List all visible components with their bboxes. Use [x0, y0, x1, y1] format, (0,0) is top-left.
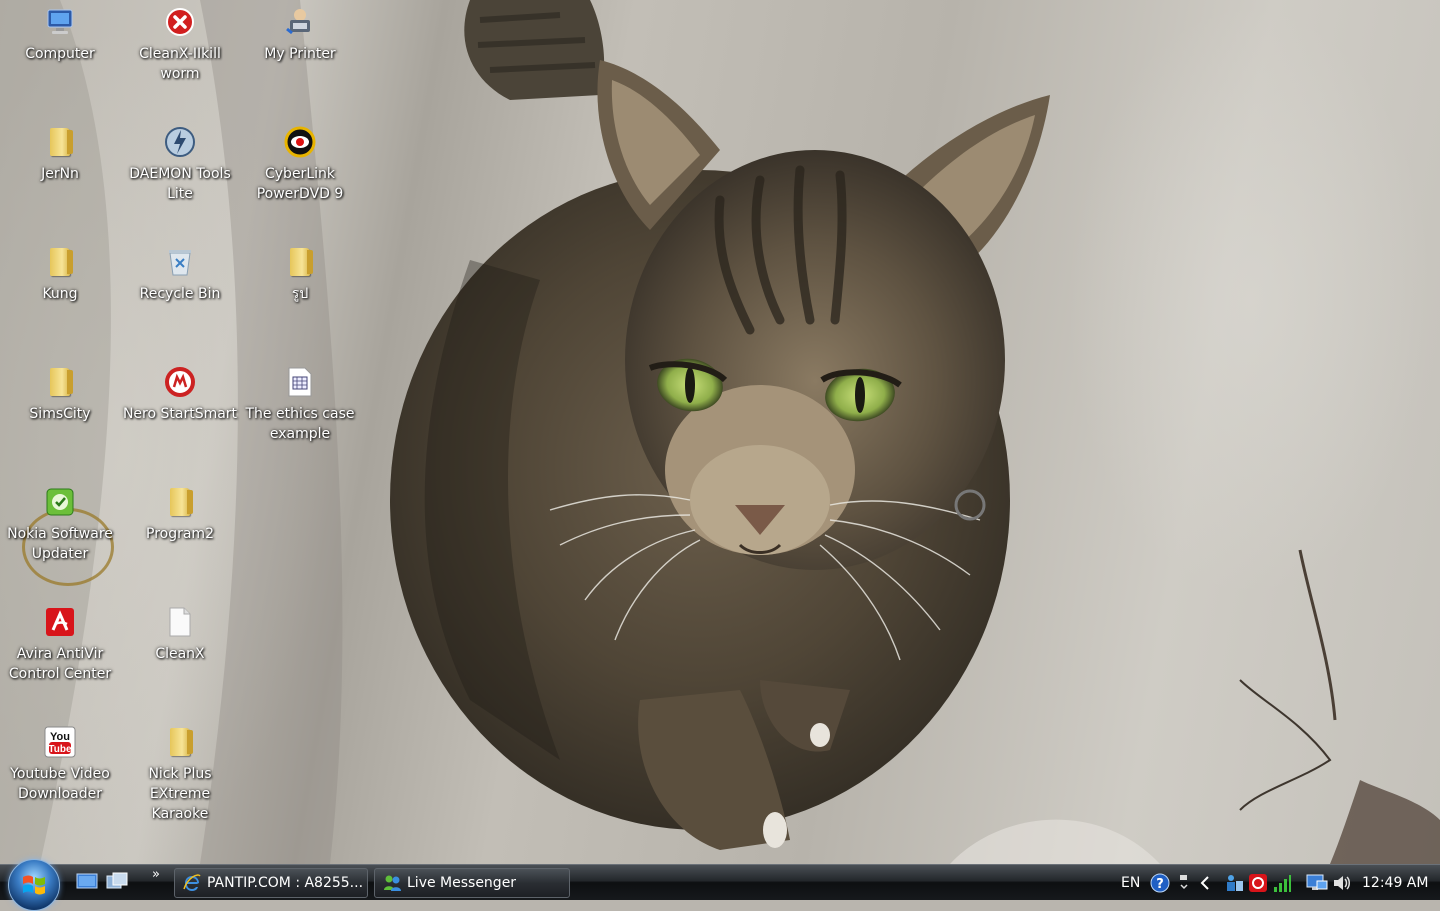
svg-text:Tube: Tube: [48, 744, 72, 755]
taskbar: » PANTIP.COM : A8255... Live Messenger E…: [0, 859, 1440, 911]
icon-label: DAEMON Tools Lite: [129, 166, 231, 202]
youtube-icon: You Tube: [44, 726, 76, 758]
desktop-icon-simscity[interactable]: SimsCity: [0, 364, 120, 424]
svg-text:You: You: [50, 731, 70, 743]
folder-icon: [284, 246, 316, 278]
show-desktop-icon[interactable]: [76, 872, 98, 892]
blank-file-icon: [164, 606, 196, 638]
desktop-icon-avira-antivir[interactable]: Avira AntiVir Control Center: [0, 604, 120, 684]
icon-label: The ethics case example: [245, 406, 355, 442]
taskbar-button-live-messenger[interactable]: Live Messenger: [374, 868, 570, 898]
clock[interactable]: 12:49 AM: [1362, 865, 1428, 901]
quick-launch-overflow[interactable]: »: [152, 865, 160, 901]
folder-icon: [164, 726, 196, 758]
task-label: Live Messenger: [407, 875, 517, 891]
network-connection-icon[interactable]: [1306, 873, 1328, 893]
desktop-icon-computer[interactable]: Computer: [0, 4, 120, 64]
desktop-icon-thai-folder[interactable]: รูป: [240, 244, 360, 304]
switch-windows-icon[interactable]: [106, 872, 128, 892]
printer-icon: [284, 6, 316, 38]
icon-label: Program2: [146, 526, 214, 542]
icon-label: Recycle Bin: [139, 286, 221, 302]
icon-label: Nero StartSmart: [122, 406, 238, 422]
desktop-icon-recycle-bin[interactable]: Recycle Bin: [120, 244, 240, 304]
computer-icon: [44, 6, 76, 38]
desktop-icon-daemon-tools-lite[interactable]: DAEMON Tools Lite: [120, 124, 240, 204]
desktop-icon-kung[interactable]: Kung: [0, 244, 120, 304]
svg-text:?: ?: [1156, 877, 1164, 892]
signal-strength-icon[interactable]: [1272, 873, 1292, 893]
desktop-icon-cyberlink-powerdvd[interactable]: CyberLink PowerDVD 9: [240, 124, 360, 204]
ie-icon: [183, 874, 201, 892]
avira-tray-icon[interactable]: [1248, 873, 1268, 893]
recycle-bin-icon: [164, 246, 196, 278]
icon-label: JerNn: [41, 166, 79, 182]
document-icon: [284, 366, 316, 398]
volume-icon[interactable]: [1332, 873, 1352, 893]
desktop-icon-jernn[interactable]: JerNn: [0, 124, 120, 184]
windows-logo-icon: [23, 875, 45, 895]
desktop-icon-program2[interactable]: Program2: [120, 484, 240, 544]
icon-label: Youtube Video Downloader: [10, 766, 110, 802]
desktop-icon-nokia-software-updater[interactable]: Nokia Software Updater: [0, 484, 120, 564]
language-indicator[interactable]: EN: [1121, 865, 1140, 901]
icon-label: Computer: [25, 46, 95, 62]
nokia-updater-icon: [44, 486, 76, 518]
desktop-icon-cleanx-iikill-worm[interactable]: CleanX-IIkill worm: [120, 4, 240, 84]
icon-label: Kung: [42, 286, 78, 302]
start-button[interactable]: [8, 859, 60, 911]
icon-label: CleanX-IIkill worm: [139, 46, 221, 82]
icon-label: My Printer: [264, 46, 336, 62]
show-hidden-icons-chevron-icon[interactable]: [1198, 873, 1212, 893]
desktop-icon-youtube-downloader[interactable]: You Tube Youtube Video Downloader: [0, 724, 120, 804]
icon-label: CleanX: [155, 646, 205, 662]
taskbar-button-pantip[interactable]: PANTIP.COM : A8255...: [174, 868, 368, 898]
help-icon[interactable]: ?: [1150, 873, 1170, 893]
icon-label: CyberLink PowerDVD 9: [256, 166, 344, 202]
desktop-icon-nero-startsmart[interactable]: Nero StartSmart: [120, 364, 240, 424]
folder-icon: [44, 126, 76, 158]
icon-label: Nick Plus EXtreme Karaoke: [148, 766, 212, 822]
icon-label: Nokia Software Updater: [7, 526, 113, 562]
folder-icon: [44, 246, 76, 278]
folder-icon: [164, 486, 196, 518]
language-options-icon[interactable]: [1178, 873, 1190, 893]
messenger-icon: [383, 874, 401, 892]
desktop-icon-nick-plus-karaoke[interactable]: Nick Plus EXtreme Karaoke: [120, 724, 240, 824]
task-label: PANTIP.COM : A8255...: [207, 875, 364, 891]
folder-icon: [44, 366, 76, 398]
avira-icon: [44, 606, 76, 638]
nero-icon: [164, 366, 196, 398]
desktop-icon-ethics-case[interactable]: The ethics case example: [240, 364, 360, 444]
network-users-icon[interactable]: [1224, 873, 1244, 893]
powerdvd-icon: [284, 126, 316, 158]
icon-label: Avira AntiVir Control Center: [8, 646, 112, 682]
desktop-icon-cleanx[interactable]: CleanX: [120, 604, 240, 664]
desktop-icon-my-printer[interactable]: My Printer: [240, 4, 360, 64]
red-x-icon: [164, 6, 196, 38]
icon-label: SimsCity: [29, 406, 91, 422]
daemon-tools-icon: [164, 126, 196, 158]
icon-label: รูป: [291, 286, 309, 302]
